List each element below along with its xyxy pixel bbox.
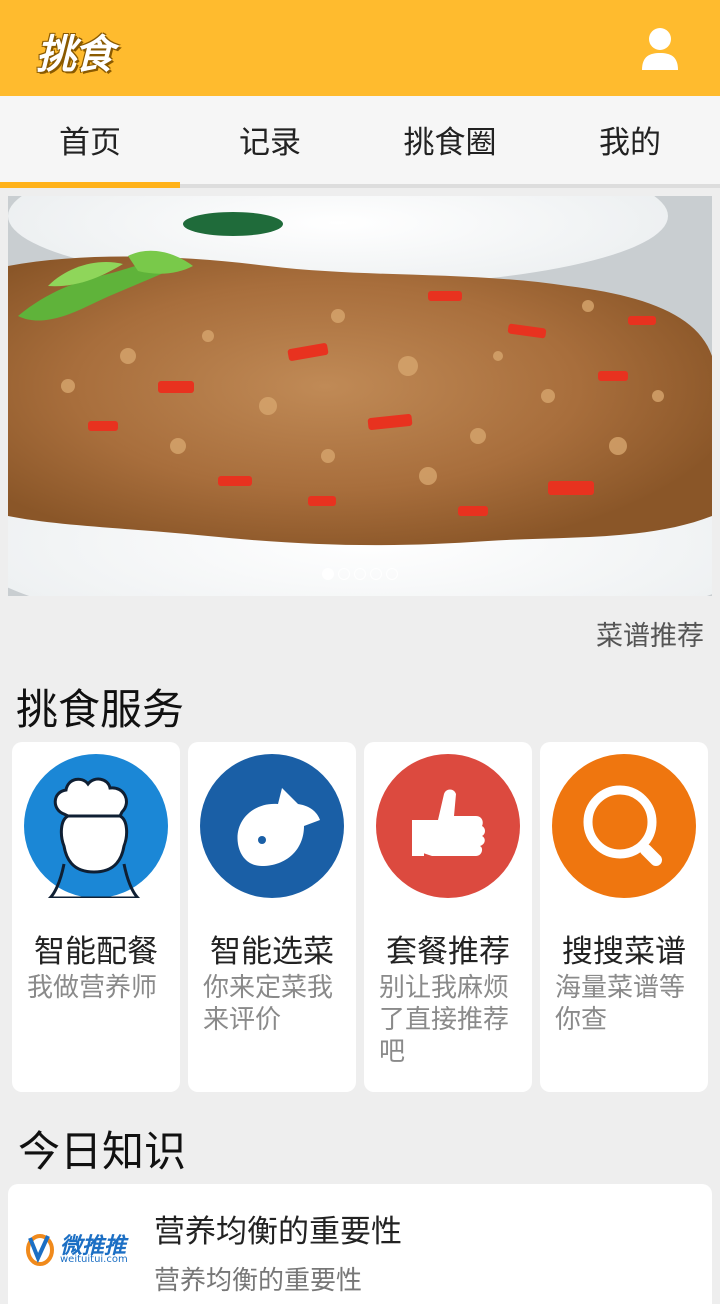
services-section-title: 挑食服务 [16,685,185,734]
service-desc: 你来定菜我来评价 [203,973,334,1035]
fish-icon [200,754,344,898]
banner-dot[interactable] [338,568,350,580]
user-icon[interactable] [640,26,680,70]
service-card-search-recipes[interactable]: 搜搜菜谱 海量菜谱等你查 [540,742,708,1092]
search-icon [552,754,696,898]
banner-dot[interactable] [370,568,382,580]
service-title: 智能配餐 [34,934,158,970]
banner-caption: 菜谱推荐 [596,621,704,652]
knowledge-logo-subtext: weituitui.com [60,1254,128,1265]
banner-dot[interactable] [386,568,398,580]
chef-icon [24,754,168,898]
banner-dot[interactable] [322,568,334,580]
tab-records-label: 记录 [239,125,301,161]
tab-mine[interactable]: 我的 [540,96,720,184]
knowledge-source-logo: 微推推 weituitui.com [24,1228,134,1272]
app-bar: 挑食 [0,0,720,96]
weituitui-logo-icon [26,1234,54,1266]
service-desc: 别让我麻烦了直接推荐吧 [379,973,510,1067]
recipe-banner[interactable] [8,196,712,596]
service-title: 搜搜菜谱 [562,934,686,970]
service-title: 套餐推荐 [386,934,510,970]
knowledge-item-subtitle: 营养均衡的重要性 [154,1266,363,1296]
banner-food-image [8,196,712,596]
tab-selected-indicator [0,182,180,188]
service-card-combo[interactable]: 套餐推荐 别让我麻烦了直接推荐吧 [364,742,532,1092]
app-logo: 挑食 [36,32,114,78]
knowledge-card[interactable]: 微推推 weituitui.com 营养均衡的重要性 营养均衡的重要性 [8,1184,712,1304]
tab-picky-circle-label: 挑食圈 [403,125,497,161]
knowledge-item-title: 营养均衡的重要性 [154,1214,402,1250]
tab-home-label: 首页 [59,125,121,161]
tab-mine-label: 我的 [599,125,661,161]
service-desc: 海量菜谱等你查 [555,973,686,1035]
knowledge-section-title: 今日知识 [18,1127,187,1176]
service-card-smart-meal[interactable]: 智能配餐 我做营养师 [12,742,180,1092]
banner-dot[interactable] [354,568,366,580]
tab-picky-circle[interactable]: 挑食圈 [360,96,540,184]
thumbs-up-icon [376,754,520,898]
tab-home[interactable]: 首页 [0,96,180,188]
service-title: 智能选菜 [210,934,334,970]
service-desc: 我做营养师 [27,973,158,1003]
tab-records[interactable]: 记录 [180,96,360,184]
banner-pagination [8,568,712,580]
service-card-smart-dish[interactable]: 智能选菜 你来定菜我来评价 [188,742,356,1092]
tab-bar: 首页 记录 挑食圈 我的 [0,96,720,188]
